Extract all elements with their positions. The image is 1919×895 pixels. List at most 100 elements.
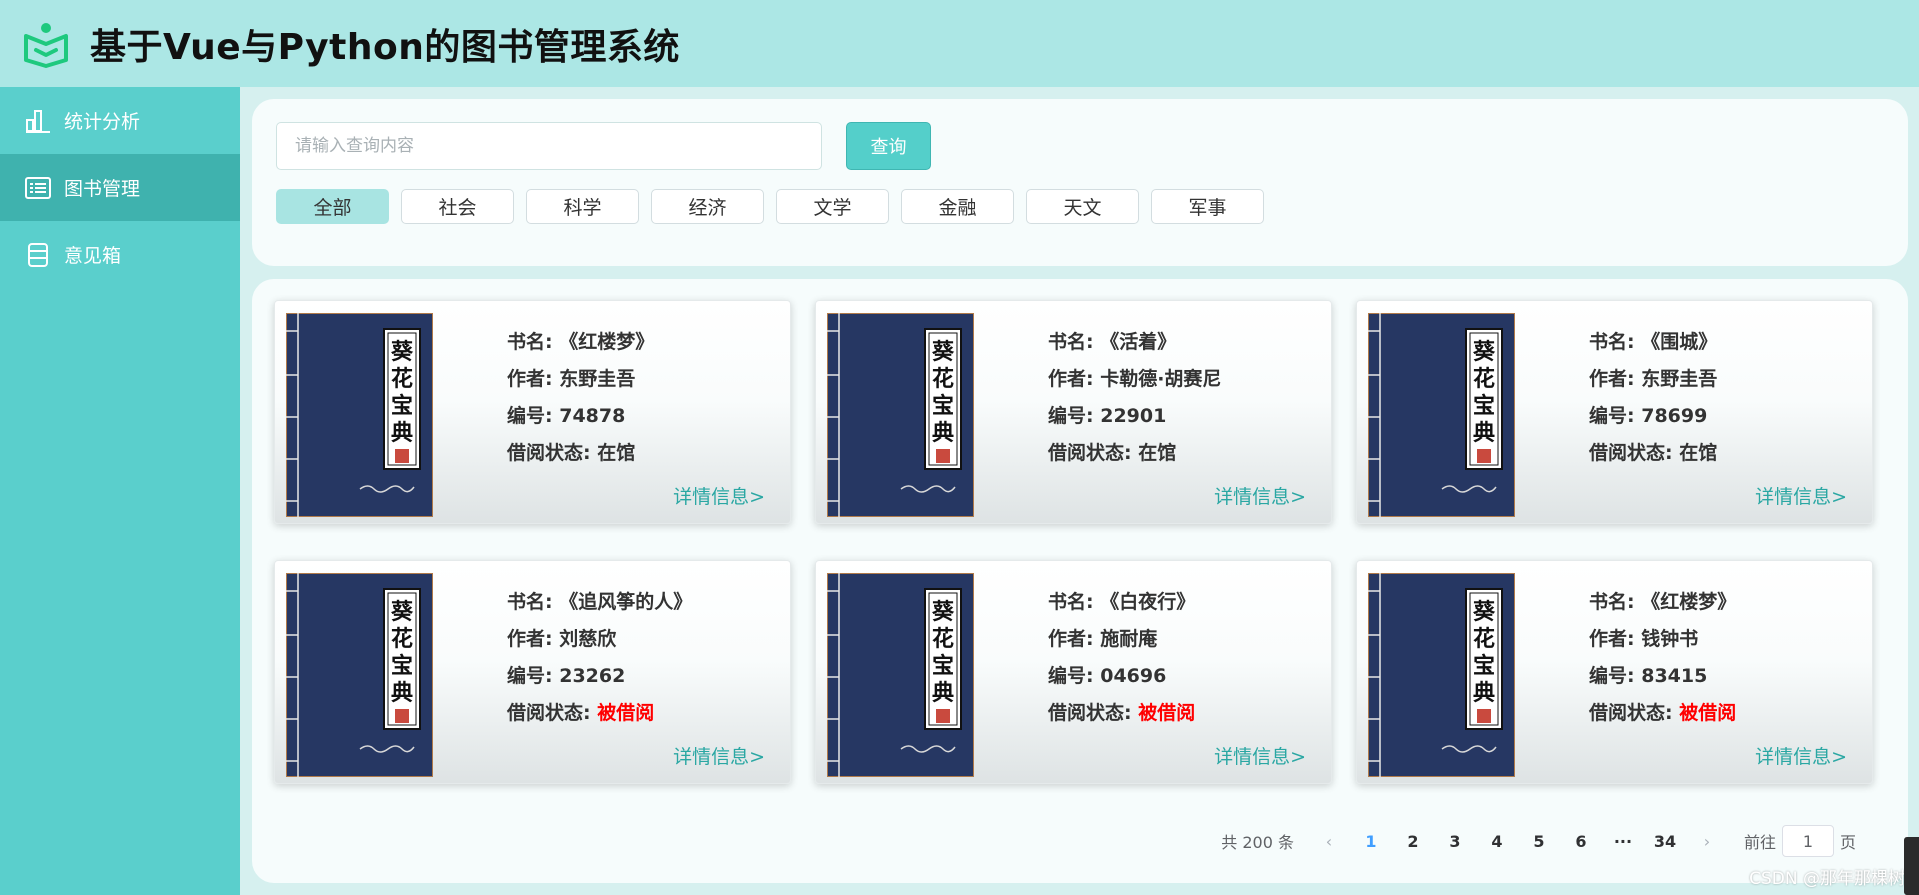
- search-button[interactable]: 查询: [846, 122, 931, 170]
- book-author: 东野圭吾: [1641, 368, 1718, 390]
- category-astronomy[interactable]: 天文: [1026, 189, 1139, 224]
- main-content: 查询 全部 社会 科学 经济 文学 金融 天文 军事 葵花宝典 书名: 《红楼梦…: [240, 87, 1919, 895]
- page-button[interactable]: 5: [1518, 825, 1560, 857]
- book-author: 刘慈欣: [559, 628, 617, 650]
- page-jump-input[interactable]: [1781, 825, 1834, 857]
- book-id: 22901: [1100, 405, 1167, 427]
- book-status: 被借阅: [597, 702, 655, 724]
- book-name: 《围城》: [1641, 331, 1718, 353]
- book-id: 78699: [1641, 405, 1708, 427]
- page-button[interactable]: 2: [1392, 825, 1434, 857]
- book-status-row: 借阅状态: 在馆: [507, 442, 636, 464]
- svg-text:典: 典: [391, 420, 413, 446]
- book-name-row: 书名: 《红楼梦》: [507, 331, 655, 353]
- book-name-row: 书名: 《围城》: [1589, 331, 1718, 353]
- book-detail-link[interactable]: 详情信息>: [673, 482, 765, 509]
- svg-text:典: 典: [391, 680, 413, 706]
- category-society[interactable]: 社会: [401, 189, 514, 224]
- book-status-row: 借阅状态: 被借阅: [1048, 702, 1196, 724]
- category-filter: 全部 社会 科学 经济 文学 金融 天文 军事: [276, 189, 1276, 224]
- book-cover-image: 葵花宝典: [827, 313, 974, 517]
- page-ellipsis[interactable]: ···: [1602, 825, 1644, 857]
- book-id-row: 编号: 23262: [507, 665, 626, 687]
- book-detail-link[interactable]: 详情信息>: [1214, 482, 1306, 509]
- page-button[interactable]: 6: [1560, 825, 1602, 857]
- inbox-icon: [28, 242, 48, 267]
- svg-text:花: 花: [932, 626, 954, 652]
- svg-text:宝: 宝: [391, 653, 413, 679]
- sidebar-item-book-management[interactable]: 图书管理: [0, 154, 240, 221]
- watermark: CSDN @那年那棵树: [1749, 869, 1905, 889]
- page-jump: 前往 页: [1744, 825, 1856, 857]
- book-name: 《白夜行》: [1100, 591, 1196, 613]
- book-info: 书名: 《追风筝的人》 作者: 刘慈欣 编号: 23262 借阅状态: 被借阅: [507, 587, 692, 735]
- book-id-row: 编号: 04696: [1048, 665, 1167, 687]
- page-button[interactable]: 1: [1350, 825, 1392, 857]
- svg-text:典: 典: [1473, 420, 1495, 446]
- sidebar-item-statistics[interactable]: 统计分析: [0, 87, 240, 154]
- book-name: 《追风筝的人》: [559, 591, 693, 613]
- book-author: 卡勒德·胡赛尼: [1100, 368, 1222, 390]
- book-author-row: 作者: 施耐庵: [1048, 628, 1158, 650]
- category-science[interactable]: 科学: [526, 189, 639, 224]
- book-detail-link[interactable]: 详情信息>: [1755, 742, 1847, 769]
- svg-text:葵: 葵: [931, 599, 955, 625]
- book-cover-image: 葵花宝典: [827, 573, 974, 777]
- book-cover-image: 葵花宝典: [1368, 573, 1515, 777]
- chevron-right-icon[interactable]: ›: [1686, 825, 1728, 857]
- category-military[interactable]: 军事: [1151, 189, 1264, 224]
- sidebar-item-label: 图书管理: [64, 178, 141, 200]
- book-info: 书名: 《红楼梦》 作者: 钱钟书 编号: 83415 借阅状态: 被借阅: [1589, 587, 1736, 735]
- book-info: 书名: 《红楼梦》 作者: 东野圭吾 编号: 74878 借阅状态: 在馆: [507, 327, 654, 475]
- category-literature[interactable]: 文学: [776, 189, 889, 224]
- book-id-row: 编号: 83415: [1589, 665, 1708, 687]
- book-status: 被借阅: [1679, 702, 1737, 724]
- page-jump-suffix: 页: [1839, 833, 1856, 852]
- sidebar-item-suggestion-box[interactable]: 意见箱: [0, 221, 240, 288]
- svg-text:葵: 葵: [1472, 339, 1496, 365]
- svg-text:花: 花: [932, 366, 954, 392]
- svg-text:花: 花: [1473, 366, 1495, 392]
- category-finance[interactable]: 金融: [901, 189, 1014, 224]
- book-id: 74878: [559, 405, 626, 427]
- book-detail-link[interactable]: 详情信息>: [673, 742, 765, 769]
- book-detail-link[interactable]: 详情信息>: [1755, 482, 1847, 509]
- search-input[interactable]: [276, 122, 822, 170]
- category-all[interactable]: 全部: [276, 189, 389, 224]
- page-button[interactable]: 34: [1644, 825, 1686, 857]
- book-cover-image: 葵花宝典: [286, 313, 433, 517]
- book-list-panel: 葵花宝典 书名: 《红楼梦》 作者: 东野圭吾 编号: 74878 借阅状态: …: [252, 279, 1908, 883]
- book-status-row: 借阅状态: 在馆: [1589, 442, 1718, 464]
- svg-text:宝: 宝: [932, 653, 954, 679]
- list-icon: [25, 176, 51, 199]
- bar-chart-icon: [26, 109, 50, 133]
- sidebar-item-label: 意见箱: [64, 245, 122, 267]
- chevron-left-icon[interactable]: ‹: [1308, 825, 1350, 857]
- book-name: 《红楼梦》: [559, 331, 655, 353]
- page-button[interactable]: 4: [1476, 825, 1518, 857]
- book-info: 书名: 《活着》 作者: 卡勒德·胡赛尼 编号: 22901 借阅状态: 在馆: [1048, 327, 1221, 475]
- book-open-icon: [24, 22, 68, 68]
- svg-text:宝: 宝: [932, 393, 954, 419]
- book-detail-link[interactable]: 详情信息>: [1214, 742, 1306, 769]
- book-name-row: 书名: 《追风筝的人》: [507, 591, 693, 613]
- book-name-row: 书名: 《活着》: [1048, 331, 1177, 353]
- sidebar: 统计分析 图书管理 意见箱: [0, 87, 240, 895]
- page-button[interactable]: 3: [1434, 825, 1476, 857]
- app-header: 基于Vue与Python的图书管理系统: [0, 0, 1919, 87]
- category-economy[interactable]: 经济: [651, 189, 764, 224]
- book-author: 钱钟书: [1641, 628, 1699, 650]
- svg-text:典: 典: [932, 420, 954, 446]
- book-id: 23262: [559, 665, 626, 687]
- book-name: 《活着》: [1100, 331, 1177, 353]
- book-status-row: 借阅状态: 被借阅: [1589, 702, 1737, 724]
- book-status: 在馆: [1679, 442, 1718, 464]
- pagination-total: 共 200 条: [1221, 833, 1294, 852]
- svg-text:花: 花: [391, 366, 413, 392]
- svg-text:花: 花: [1473, 626, 1495, 652]
- book-author: 施耐庵: [1100, 628, 1158, 650]
- book-status-row: 借阅状态: 被借阅: [507, 702, 655, 724]
- book-info: 书名: 《白夜行》 作者: 施耐庵 编号: 04696 借阅状态: 被借阅: [1048, 587, 1195, 735]
- svg-text:葵: 葵: [1472, 599, 1496, 625]
- floating-side-widget[interactable]: [1904, 837, 1919, 895]
